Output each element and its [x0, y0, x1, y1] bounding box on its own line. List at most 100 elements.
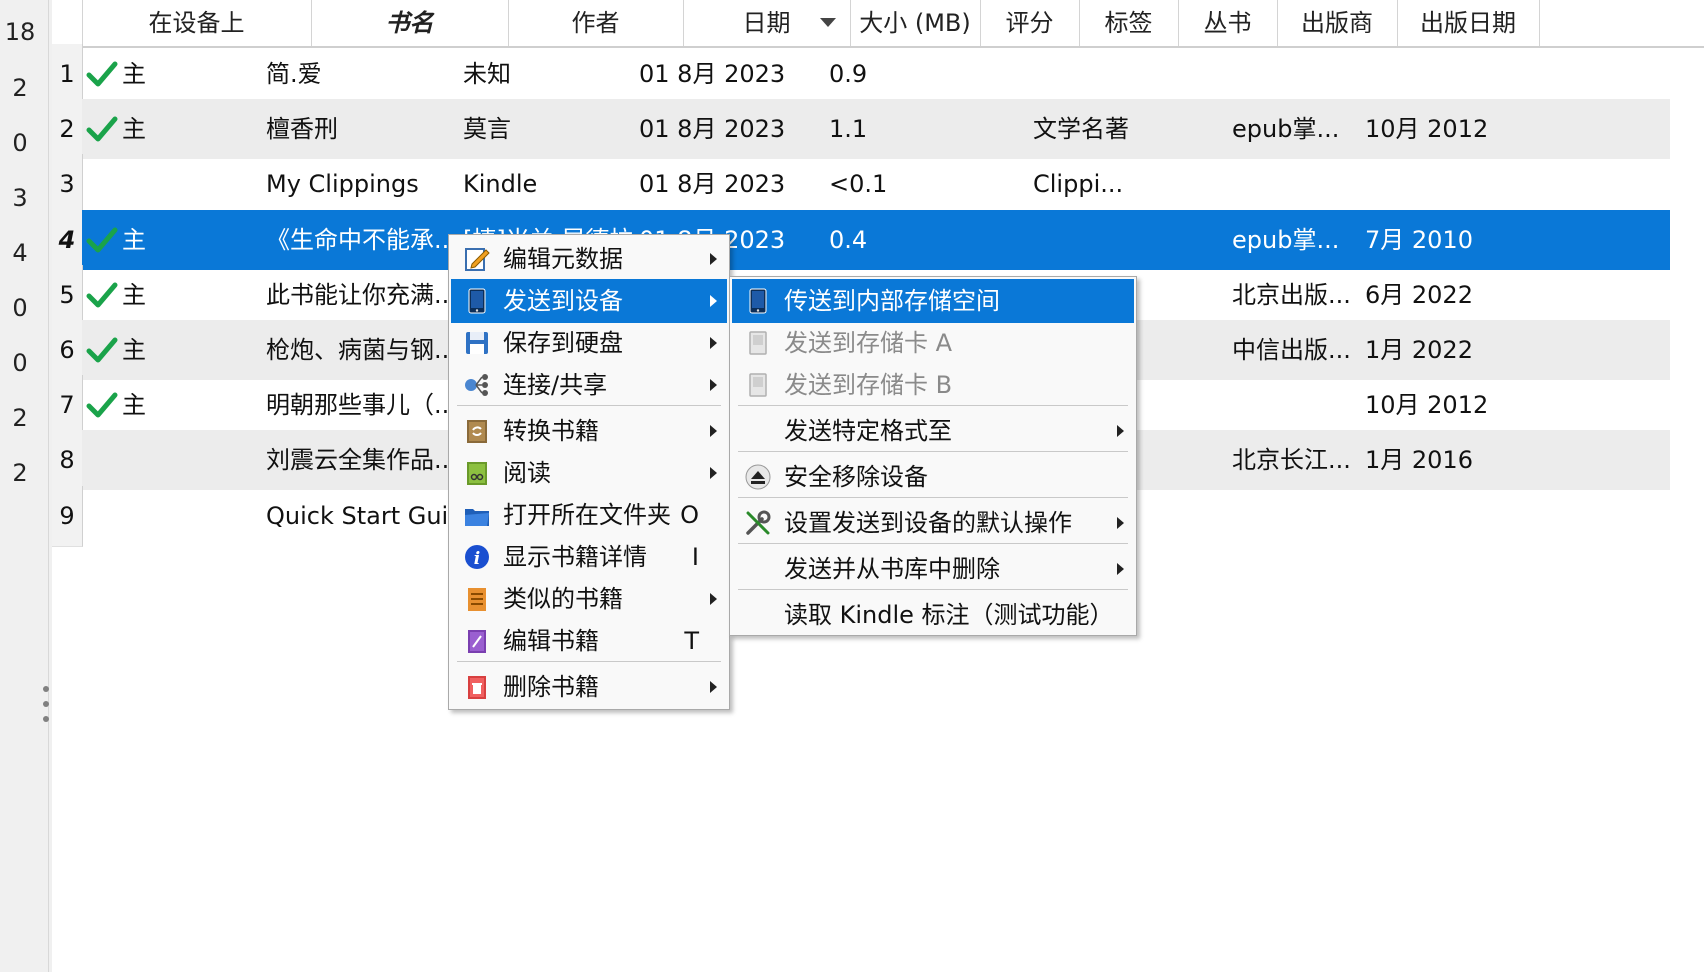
menu-item[interactable]: 编辑书籍 T — [451, 619, 727, 663]
cell-device: 主 — [122, 60, 146, 88]
menu-shortcut: O — [680, 501, 699, 529]
submenu-item[interactable]: 安全移除设备 — [732, 455, 1134, 499]
splitter-handle[interactable] — [43, 716, 49, 722]
submenu-item[interactable]: 发送到存储卡 A — [732, 321, 1134, 365]
strip-number: 18 — [4, 18, 36, 46]
menu-item[interactable]: 类似的书籍 — [451, 577, 727, 621]
cell-title: 檀香刑 — [266, 115, 338, 143]
cell-device: 主 — [122, 391, 146, 419]
table-row[interactable]: 主 简.爱 未知 01 8月 2023 0.9 — [82, 44, 1670, 104]
row-number[interactable]: 6 — [52, 320, 83, 381]
column-header-publisher[interactable]: 出版商 — [1277, 0, 1398, 46]
row-number[interactable]: 7 — [52, 375, 83, 436]
submenu-item-label: 发送并从书库中删除 — [784, 555, 1000, 583]
menu-item[interactable]: i 显示书籍详情 I — [451, 535, 727, 579]
menu-separator — [738, 589, 1128, 590]
cell-date: 01 8月 2023 — [639, 170, 786, 198]
table-row[interactable]: 主 檀香刑 莫言 01 8月 2023 1.1 文学名著 epub掌... 10月 2012 — [82, 99, 1670, 159]
column-header-on-device[interactable]: 在设备上 — [82, 0, 312, 46]
column-header-title[interactable]: 书名 — [311, 0, 509, 46]
row-number[interactable]: 2 — [52, 99, 83, 160]
cell-title: My Clippings — [266, 170, 419, 198]
menu-separator — [457, 405, 721, 406]
strip-number: 2 — [12, 74, 28, 102]
menu-separator — [457, 661, 721, 662]
submenu-item[interactable]: 读取 Kindle 标注（测试功能） — [732, 593, 1134, 637]
column-header-date[interactable]: 日期 — [683, 0, 851, 46]
menu-item-label: 编辑书籍 — [503, 627, 599, 655]
splitter-handle[interactable] — [43, 701, 49, 707]
menu-item[interactable]: 打开所在文件夹 O — [451, 493, 727, 537]
menu-item-label: 连接/共享 — [503, 371, 608, 399]
cell-size: 1.1 — [829, 115, 868, 143]
submenu-item-label: 设置发送到设备的默认操作 — [784, 509, 1072, 537]
row-number[interactable]: 9 — [52, 486, 83, 547]
table-row[interactable]: 主《生命中不能承...[捷]米兰·昆德拉01 8月 20230.4epub掌..… — [82, 210, 1670, 270]
connect-share-icon — [463, 371, 491, 399]
column-header-size[interactable]: 大小 (MB) — [850, 0, 981, 46]
menu-item[interactable]: 保存到硬盘 — [451, 321, 727, 365]
strip-number: 4 — [12, 239, 28, 267]
header-corner — [52, 0, 83, 46]
column-header-tags[interactable]: 标签 — [1079, 0, 1179, 46]
column-header-pubdate[interactable]: 出版日期 — [1397, 0, 1540, 46]
submenu-item[interactable]: 设置发送到设备的默认操作 — [732, 501, 1134, 545]
row-number[interactable]: 3 — [52, 154, 83, 215]
splitter-handle[interactable] — [43, 686, 49, 692]
card-icon — [744, 329, 772, 357]
submenu-arrow-icon — [710, 467, 717, 479]
cell-pubdate: 6月 2022 — [1365, 281, 1473, 309]
row-number[interactable]: 4 — [52, 210, 83, 271]
submenu-item[interactable]: 发送并从书库中删除 — [732, 547, 1134, 591]
menu-item[interactable]: 阅读 — [451, 451, 727, 495]
cell-author: Kindle — [463, 170, 538, 198]
cell-pubdate: 10月 2012 — [1365, 391, 1489, 419]
table-row[interactable]: My Clippings Kindle 01 8月 2023 <0.1 Clippi..… — [82, 154, 1670, 214]
cell-device: 主 — [122, 336, 146, 364]
row-number[interactable]: 5 — [52, 265, 83, 326]
menu-item-label: 发送到设备 — [503, 287, 623, 315]
cell-title: 简.爱 — [266, 60, 322, 88]
card-icon — [744, 371, 772, 399]
menu-item[interactable]: 编辑元数据 — [451, 237, 727, 281]
menu-item[interactable]: 删除书籍 — [451, 665, 727, 709]
column-header-series[interactable]: 丛书 — [1178, 0, 1278, 46]
table-header: 在设备上 书名 作者 日期 大小 (MB) 评分 标签 丛书 出版商 出版日期 — [52, 0, 1704, 48]
menu-item[interactable]: 连接/共享 — [451, 363, 727, 407]
submenu-item-label: 安全移除设备 — [784, 463, 928, 491]
cell-tags: Clippi... — [1033, 170, 1124, 198]
submenu-item[interactable]: 发送特定格式至 — [732, 409, 1134, 453]
cell-date: 01 8月 2023 — [639, 115, 786, 143]
submenu-item[interactable]: 发送到存储卡 B — [732, 363, 1134, 407]
submenu-arrow-icon — [710, 425, 717, 437]
cell-title: 此书能让你充满... — [266, 281, 454, 309]
menu-item-label: 编辑元数据 — [503, 245, 623, 273]
menu-item-label: 阅读 — [503, 459, 551, 487]
cell-date: 01 8月 2023 — [639, 60, 786, 88]
column-header-author[interactable]: 作者 — [508, 0, 684, 46]
device-icon — [463, 287, 491, 315]
submenu-arrow-icon — [710, 295, 717, 307]
cell-size: 0.4 — [829, 226, 868, 254]
submenu-arrow-icon — [1117, 425, 1124, 437]
cell-tags: 文学名著 — [1033, 115, 1129, 143]
submenu-item[interactable]: 传送到内部存储空间 — [732, 279, 1134, 323]
cell-pubdate: 10月 2012 — [1365, 115, 1489, 143]
menu-separator — [738, 543, 1128, 544]
cell-device: 主 — [122, 115, 146, 143]
column-header-rating[interactable]: 评分 — [980, 0, 1080, 46]
row-number[interactable]: 8 — [52, 430, 83, 491]
submenu-arrow-icon — [710, 253, 717, 265]
eject-icon — [744, 463, 772, 491]
cell-pubdate: 7月 2010 — [1365, 226, 1473, 254]
send-to-device-submenu: 传送到内部存储空间 发送到存储卡 A 发送到存储卡 B 发送特定格式至安全移除设备设置… — [729, 276, 1137, 636]
cell-publisher: epub掌... — [1232, 115, 1340, 143]
strip-number: 0 — [12, 294, 28, 322]
cell-publisher: 中信出版... — [1232, 336, 1351, 364]
menu-item[interactable]: 转换书籍 — [451, 409, 727, 453]
row-number[interactable]: 1 — [52, 44, 83, 105]
cell-publisher: 北京长江... — [1232, 446, 1351, 474]
menu-shortcut: T — [684, 627, 699, 655]
submenu-arrow-icon — [1117, 517, 1124, 529]
menu-item[interactable]: 发送到设备 — [451, 279, 727, 323]
